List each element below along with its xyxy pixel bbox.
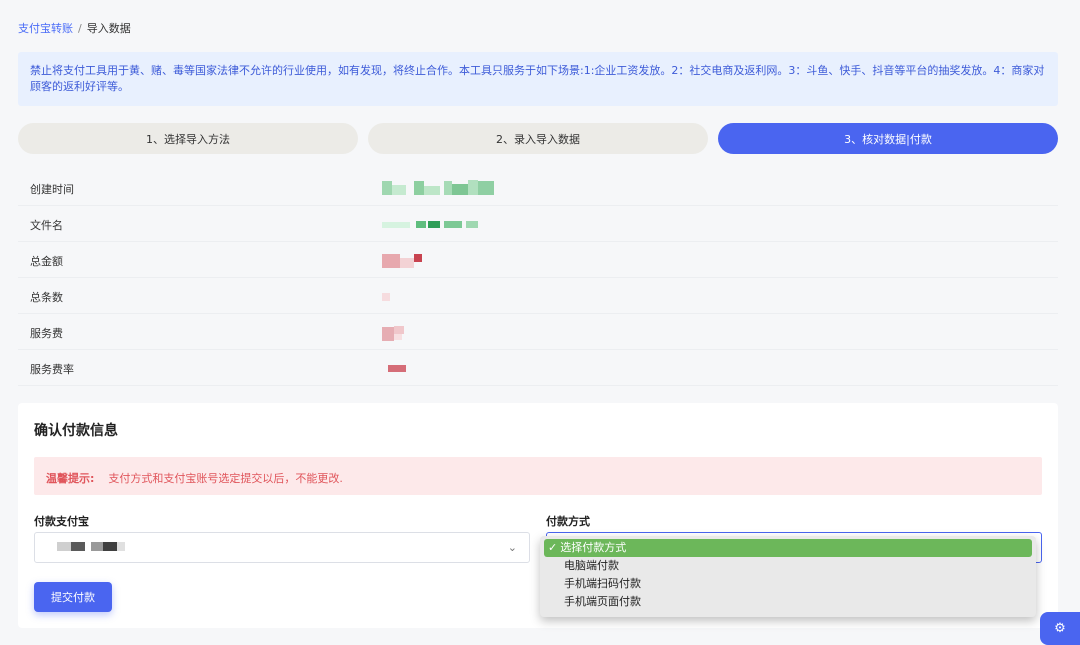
account-redacted-2 — [71, 542, 85, 551]
warning-text: 支付方式和支付宝账号选定提交以后，不能更改. — [108, 472, 343, 485]
info-label-service-fee-rate: 服务费率 — [30, 363, 74, 376]
breadcrumb-parent-link[interactable]: 支付宝转账 — [18, 22, 73, 35]
info-row-total-count: 总条数 — [18, 278, 1058, 314]
info-row-created-time: 创建时间 — [18, 170, 1058, 206]
info-label-file-name: 文件名 — [30, 219, 63, 232]
info-label-created-time: 创建时间 — [30, 183, 74, 196]
method-option-mobile-scan[interactable]: 手机端扫码付款 — [544, 575, 1032, 593]
breadcrumb: 支付宝转账 / 导入数据 — [18, 20, 131, 36]
settings-button[interactable]: ⚙ — [1040, 612, 1080, 645]
info-row-file-name: 文件名 — [18, 206, 1058, 242]
breadcrumb-separator: / — [78, 22, 82, 35]
import-info-table: 创建时间 文件名 总金额 总条数 服务费 服务费率 — [18, 170, 1058, 386]
method-dropdown-menu: ✓ 选择付款方式 电脑端付款 手机端扫码付款 手机端页面付款 — [540, 536, 1036, 617]
method-option-desktop[interactable]: 电脑端付款 — [544, 557, 1032, 575]
breadcrumb-current: 导入数据 — [86, 22, 131, 35]
confirm-payment-title: 确认付款信息 — [34, 423, 118, 439]
info-row-service-fee: 服务费 — [18, 314, 1058, 350]
step-bar: 1、选择导入方法 2、录入导入数据 3、核对数据|付款 — [18, 123, 1058, 154]
warning-lead: 温馨提示: — [46, 472, 95, 485]
method-label: 付款方式 — [546, 515, 590, 528]
check-icon: ✓ — [548, 541, 558, 554]
method-option-choose[interactable]: ✓ 选择付款方式 — [544, 539, 1032, 557]
account-redacted-4 — [103, 542, 117, 551]
method-option-mobile-page[interactable]: 手机端页面付款 — [544, 593, 1032, 611]
method-option-choose-label: 选择付款方式 — [560, 541, 627, 554]
account-label: 付款支付宝 — [34, 515, 89, 528]
chevron-down-icon: ⌄ — [507, 541, 517, 554]
step-2[interactable]: 2、录入导入数据 — [368, 123, 708, 154]
page: 支付宝转账 / 导入数据 禁止将支付工具用于黄、赌、毒等国家法律不允许的行业使用，如… — [0, 0, 1080, 645]
info-row-service-fee-rate: 服务费率 — [18, 350, 1058, 386]
step-1[interactable]: 1、选择导入方法 — [18, 123, 358, 154]
notice-banner: 禁止将支付工具用于黄、赌、毒等国家法律不允许的行业使用，如有发现，将终止合作。本… — [18, 52, 1058, 106]
account-select[interactable]: ⌄ — [34, 532, 530, 563]
gear-icon: ⚙ — [1054, 621, 1066, 636]
info-label-service-fee: 服务费 — [30, 327, 63, 340]
info-label-total-amount: 总金额 — [30, 255, 63, 268]
info-label-total-count: 总条数 — [30, 291, 63, 304]
account-redacted-5 — [117, 542, 125, 551]
submit-payment-button[interactable]: 提交付款 — [34, 582, 112, 612]
step-3-active[interactable]: 3、核对数据|付款 — [718, 123, 1058, 154]
info-row-total-amount: 总金额 — [18, 242, 1058, 278]
account-redacted-1 — [57, 542, 71, 551]
account-redacted-3 — [91, 542, 103, 551]
warning-alert: 温馨提示: 支付方式和支付宝账号选定提交以后，不能更改. — [34, 457, 1042, 495]
